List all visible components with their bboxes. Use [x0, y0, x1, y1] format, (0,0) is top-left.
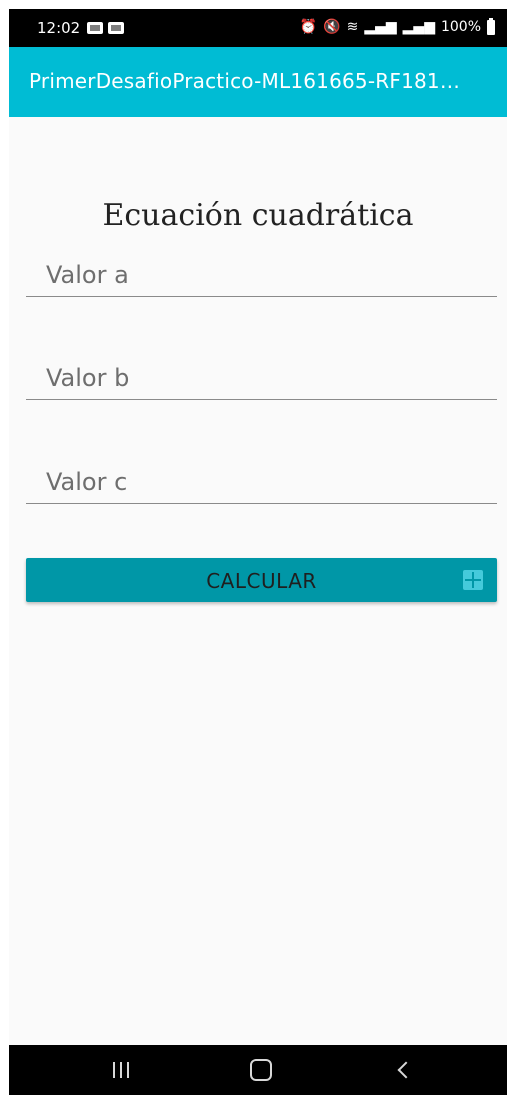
- navigation-bar: [9, 1045, 507, 1095]
- battery-percentage: 100%: [440, 19, 481, 35]
- app-bar: PrimerDesafioPractico-ML161665-RF181…: [9, 47, 507, 117]
- recent-apps-button[interactable]: [91, 1045, 151, 1095]
- notification-icon: [87, 22, 103, 34]
- calculate-button[interactable]: CALCULAR: [26, 558, 497, 602]
- value-b-input[interactable]: [44, 363, 488, 393]
- page-title: Ecuación cuadrática: [102, 198, 414, 233]
- value-b-field: [26, 359, 497, 400]
- recent-apps-icon: [113, 1062, 129, 1078]
- calculator-icon: [463, 570, 483, 590]
- phone-screen: 12:02 ⏰ 🔇 ≋ ▂▄▆ ▂▄▆ 100% PrimerDesafioPr…: [9, 9, 507, 1095]
- notification-icon: [108, 22, 124, 34]
- calculate-button-label: CALCULAR: [206, 569, 317, 593]
- battery-icon: [487, 17, 495, 35]
- signal-icon: ▂▄▆: [402, 19, 435, 35]
- value-c-input[interactable]: [44, 467, 488, 497]
- value-a-field: [26, 256, 497, 297]
- home-button[interactable]: [231, 1045, 291, 1095]
- back-icon: [397, 1061, 415, 1079]
- back-button[interactable]: [373, 1045, 433, 1095]
- wifi-icon: ≋: [346, 19, 359, 35]
- status-icons: ⏰ 🔇 ≋ ▂▄▆ ▂▄▆ 100%: [299, 17, 495, 36]
- status-bar: 12:02 ⏰ 🔇 ≋ ▂▄▆ ▂▄▆ 100%: [9, 9, 507, 47]
- status-time: 12:02: [37, 19, 81, 37]
- app-title: PrimerDesafioPractico-ML161665-RF181…: [29, 69, 461, 93]
- signal-icon: ▂▄▆: [364, 19, 397, 35]
- home-icon: [250, 1059, 272, 1081]
- mute-icon: 🔇: [323, 19, 341, 35]
- alarm-icon: ⏰: [299, 19, 318, 35]
- value-c-field: [26, 463, 497, 504]
- value-a-input[interactable]: [44, 260, 488, 290]
